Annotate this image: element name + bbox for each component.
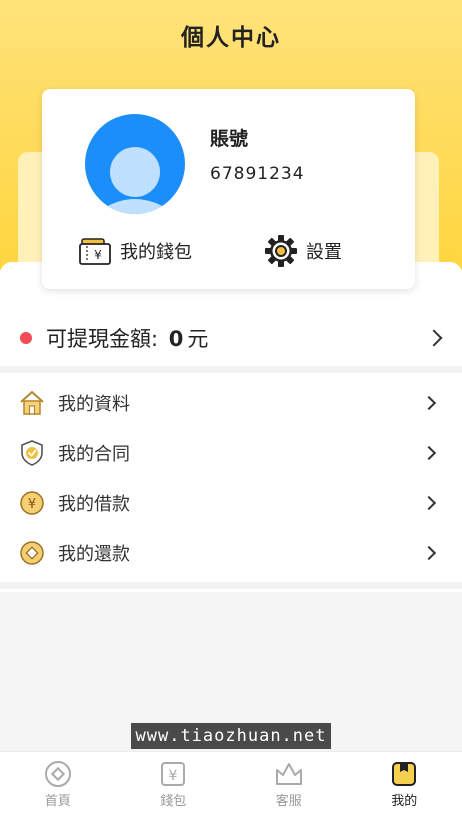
- tab-customer-service[interactable]: 客服: [231, 752, 347, 820]
- svg-text:¥: ¥: [94, 248, 102, 262]
- menu-item-my-repayments[interactable]: 我的還款: [0, 528, 462, 578]
- menu-item-label: 我的還款: [58, 540, 130, 566]
- my-wallet-label: 我的錢包: [120, 238, 192, 264]
- my-wallet-button[interactable]: ¥ 我的錢包: [78, 233, 192, 269]
- watermark-text: www.tiaozhuan.net: [131, 723, 331, 749]
- menu-item-my-profile[interactable]: 我的資料: [0, 378, 462, 428]
- chevron-right-icon: [426, 330, 443, 347]
- house-icon: [18, 389, 46, 417]
- divider: [0, 366, 462, 373]
- yen-coin-icon: ¥: [18, 489, 46, 517]
- tab-label: 首頁: [45, 790, 71, 809]
- chevron-right-icon: [422, 496, 436, 510]
- settings-label: 設置: [306, 238, 342, 264]
- balance-text: 可提現金額: 0元: [46, 323, 208, 353]
- menu-item-label: 我的借款: [58, 490, 130, 516]
- page-title: 個人中心: [0, 18, 462, 52]
- crown-icon: [274, 760, 304, 788]
- red-dot-indicator: [20, 332, 32, 344]
- avatar-icon: [85, 114, 185, 214]
- tab-home[interactable]: 首頁: [0, 752, 116, 820]
- menu-item-label: 我的合同: [58, 440, 130, 466]
- bottom-tab-bar: 首頁 ¥ 錢包 客服 我的: [0, 751, 462, 820]
- settings-button[interactable]: 設置: [264, 233, 342, 269]
- shield-check-icon: [18, 439, 46, 467]
- tab-mine[interactable]: 我的: [347, 752, 462, 820]
- wallet-yen-icon: ¥: [159, 760, 187, 788]
- svg-text:¥: ¥: [28, 497, 36, 512]
- profile-card: 賬號 67891234 ¥ 我的錢包: [42, 89, 415, 289]
- tab-label: 客服: [276, 790, 302, 809]
- balance-unit: 元: [187, 327, 208, 351]
- account-id: 67891234: [210, 164, 305, 184]
- balance-amount: 0: [169, 327, 184, 351]
- wallet-icon: ¥: [78, 236, 112, 266]
- divider: [0, 582, 462, 589]
- withdrawable-balance-row[interactable]: 可提現金額: 0元: [0, 310, 462, 366]
- coin-icon: [18, 539, 46, 567]
- chevron-right-icon: [422, 546, 436, 560]
- gear-icon: [264, 234, 298, 268]
- svg-text:¥: ¥: [169, 768, 178, 784]
- chevron-right-icon: [422, 396, 436, 410]
- menu-item-my-loans[interactable]: ¥ 我的借款: [0, 478, 462, 528]
- menu-item-label: 我的資料: [58, 390, 130, 416]
- tab-wallet[interactable]: ¥ 錢包: [116, 752, 232, 820]
- balance-label: 可提現金額:: [46, 327, 158, 351]
- home-coin-icon: [44, 760, 72, 788]
- account-label: 賬號: [210, 124, 248, 151]
- menu-item-my-contract[interactable]: 我的合同: [0, 428, 462, 478]
- avatar[interactable]: [85, 114, 185, 214]
- profile-card-icon: [390, 760, 418, 788]
- tab-label: 我的: [391, 790, 417, 809]
- chevron-right-icon: [422, 446, 436, 460]
- tab-label: 錢包: [160, 790, 186, 809]
